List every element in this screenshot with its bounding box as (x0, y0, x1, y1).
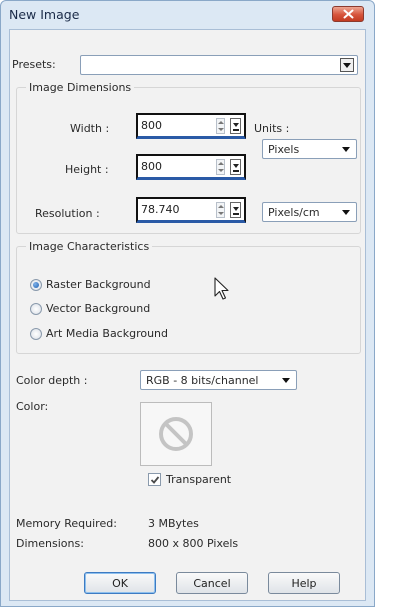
units-label: Units : (254, 122, 290, 135)
art-media-background-label[interactable]: Art Media Background (46, 327, 168, 340)
color-depth-value: RGB - 8 bits/channel (146, 374, 259, 387)
color-depth-label: Color depth : (16, 374, 88, 387)
width-spinner[interactable] (216, 118, 225, 134)
help-button[interactable]: Help (268, 572, 340, 594)
height-slider-button[interactable] (230, 159, 241, 175)
width-slider-button[interactable] (230, 118, 241, 134)
resolution-units-dropdown[interactable]: Pixels/cm (262, 202, 357, 222)
color-swatch[interactable] (140, 402, 212, 466)
cancel-button[interactable]: Cancel (176, 572, 248, 594)
color-depth-dropdown[interactable]: RGB - 8 bits/channel (140, 370, 297, 390)
width-label: Width : (70, 122, 110, 135)
title-bar[interactable]: New Image (1, 1, 374, 27)
image-characteristics-label: Image Characteristics (26, 240, 153, 253)
image-dimensions-label: Image Dimensions (26, 81, 135, 94)
transparent-label[interactable]: Transparent (166, 473, 231, 486)
dialog-title: New Image (9, 7, 80, 22)
no-color-icon (159, 417, 193, 451)
height-input[interactable] (141, 158, 211, 175)
color-label: Color: (16, 400, 49, 413)
resolution-label: Resolution : (35, 207, 100, 220)
width-field[interactable] (136, 113, 246, 139)
close-icon (343, 9, 354, 19)
dialog-content: Presets: Image Dimensions Width : Units … (9, 29, 366, 601)
transparent-checkbox[interactable] (148, 473, 161, 486)
resolution-slider-button[interactable] (230, 202, 241, 218)
close-button[interactable] (332, 6, 364, 22)
resolution-units-value: Pixels/cm (268, 206, 320, 219)
memory-required-label: Memory Required: (16, 517, 117, 530)
chevron-down-icon (342, 210, 350, 215)
chevron-down-icon (340, 58, 354, 72)
vector-background-radio[interactable] (30, 303, 42, 315)
units-value: Pixels (268, 143, 300, 156)
memory-required-value: 3 MBytes (148, 517, 199, 530)
chevron-down-icon (282, 378, 290, 383)
vector-background-label[interactable]: Vector Background (46, 302, 150, 315)
height-spinner[interactable] (216, 159, 225, 175)
checkmark-icon (150, 476, 160, 484)
resolution-field[interactable] (136, 197, 246, 223)
height-field[interactable] (136, 154, 246, 180)
dimensions-value: 800 x 800 Pixels (148, 537, 239, 550)
art-media-background-radio[interactable] (30, 328, 42, 340)
resolution-spinner[interactable] (216, 202, 225, 218)
width-input[interactable] (141, 117, 211, 134)
ok-button[interactable]: OK (84, 572, 156, 594)
dimensions-label: Dimensions: (16, 537, 84, 550)
height-label: Height : (65, 163, 109, 176)
chevron-down-icon (342, 147, 350, 152)
units-dropdown[interactable]: Pixels (262, 139, 357, 159)
raster-background-label[interactable]: Raster Background (46, 278, 151, 291)
presets-label: Presets: (12, 58, 56, 71)
resolution-input[interactable] (141, 201, 211, 218)
mouse-cursor-icon (214, 277, 229, 300)
presets-dropdown[interactable] (80, 55, 358, 75)
raster-background-radio[interactable] (30, 279, 42, 291)
new-image-dialog: New Image Presets: Image Dimensions Widt… (0, 0, 375, 607)
